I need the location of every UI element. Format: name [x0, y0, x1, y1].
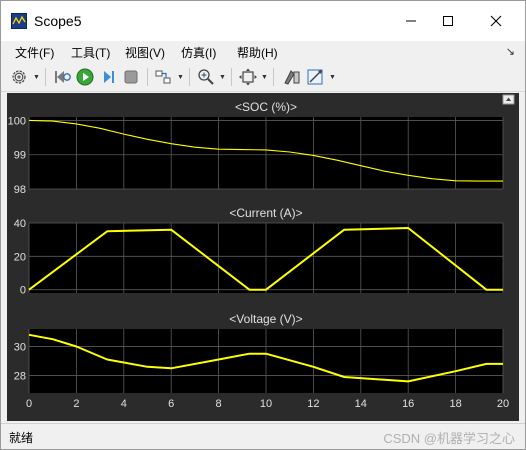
toolbar-separator	[189, 68, 190, 86]
y-tick-label: 0	[20, 285, 26, 297]
toolbar-separator	[147, 68, 148, 86]
dock-arrow-icon[interactable]: ↘	[506, 45, 515, 58]
watermark: CSDN @机器学习之心	[383, 431, 515, 446]
chevron-down-icon[interactable]: ▼	[219, 74, 226, 81]
maximize-button[interactable]	[425, 1, 471, 41]
scope-window: Scope5 文件(F) 工具(T) 视图(V) 仿真(I) 帮助(H) ↘ ▼	[0, 0, 526, 450]
axes-title: <Voltage (V)>	[229, 312, 302, 326]
menu-tools[interactable]: 工具(T)	[71, 44, 110, 61]
x-tick-label: 12	[307, 398, 319, 410]
gear-icon[interactable]	[9, 67, 29, 87]
measure-icon[interactable]	[305, 67, 327, 87]
stop-icon[interactable]	[121, 67, 141, 87]
close-button[interactable]	[473, 1, 519, 41]
menu-help[interactable]: 帮助(H)	[237, 44, 278, 61]
scope-chart: <SOC (%)>9899100<Current (A)>02040<Volta…	[8, 94, 515, 410]
toolbar-separator	[231, 68, 232, 86]
x-tick-label: 6	[168, 398, 174, 410]
y-tick-label: 99	[14, 150, 26, 162]
window-title: Scope5	[34, 13, 82, 29]
x-tick-label: 10	[260, 398, 272, 410]
step-forward-icon[interactable]	[98, 67, 118, 87]
chevron-down-icon[interactable]: ▼	[261, 74, 268, 81]
plot-area: <SOC (%)> 98 99 100 <Current (A)> 0 20 40 <Volta…	[7, 93, 519, 421]
x-tick-label: 8	[216, 398, 222, 410]
x-tick-label: 20	[497, 398, 509, 410]
x-tick-label: 14	[355, 398, 367, 410]
y-tick-label: 98	[14, 184, 26, 196]
axes-title: <Current (A)>	[229, 206, 302, 220]
y-tick-label: 20	[14, 251, 26, 263]
menu-bar: 文件(F) 工具(T) 视图(V) 仿真(I) 帮助(H) ↘	[1, 41, 525, 63]
x-tick-label: 4	[121, 398, 127, 410]
step-back-icon[interactable]	[51, 67, 73, 87]
x-tick-label: 18	[449, 398, 461, 410]
menu-simulation[interactable]: 仿真(I)	[181, 44, 216, 61]
status-text: 就绪	[9, 431, 34, 445]
x-tick-label: 16	[402, 398, 414, 410]
y-tick-label: 100	[8, 115, 26, 127]
highlight-block-icon[interactable]	[153, 67, 175, 87]
y-tick-label: 40	[14, 218, 26, 230]
toolbar: ▼ ▼ ▼ ▼ ▼	[1, 63, 525, 92]
status-bar: 就绪 CSDN @机器学习之心	[1, 423, 525, 449]
menu-file[interactable]: 文件(F)	[15, 44, 54, 61]
axes-title: <SOC (%)>	[235, 100, 297, 114]
menu-view[interactable]: 视图(V)	[125, 44, 165, 61]
y-tick-label: 30	[14, 341, 26, 353]
chevron-down-icon[interactable]: ▼	[33, 74, 40, 81]
scope-app-icon	[11, 13, 27, 29]
autoscale-icon[interactable]	[237, 67, 259, 87]
run-icon[interactable]	[75, 67, 95, 87]
toolbar-separator	[45, 68, 46, 86]
y-tick-label: 28	[14, 371, 26, 383]
zoom-icon[interactable]	[195, 67, 217, 87]
style-icon[interactable]	[281, 67, 303, 87]
title-bar: Scope5	[1, 1, 525, 41]
chevron-down-icon[interactable]: ▼	[177, 74, 184, 81]
x-tick-label: 0	[26, 398, 32, 410]
toolbar-separator	[273, 68, 274, 86]
chevron-down-icon[interactable]: ▼	[329, 74, 336, 81]
x-tick-label: 2	[73, 398, 79, 410]
